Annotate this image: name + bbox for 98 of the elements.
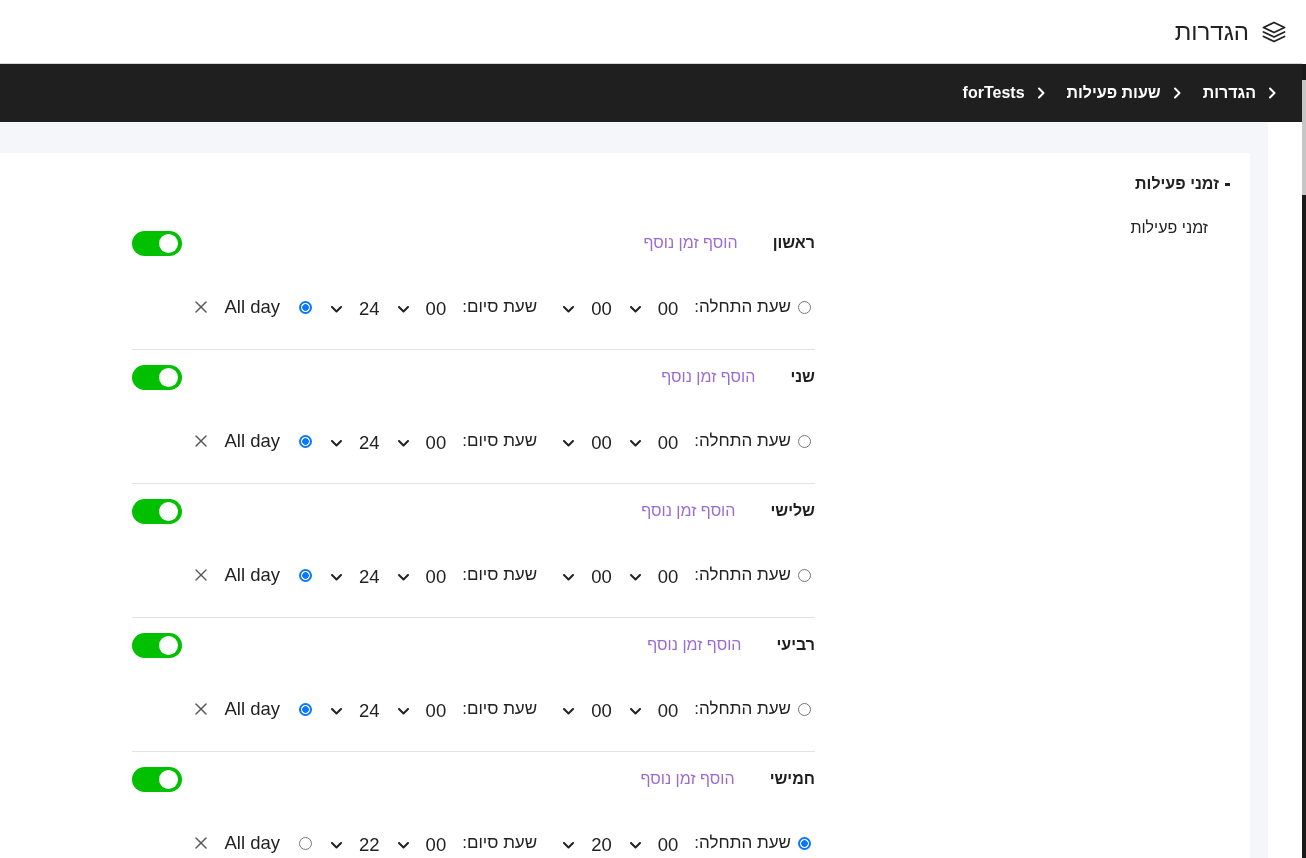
radio-button[interactable]	[299, 568, 312, 582]
time-dropdown[interactable]: 24	[331, 696, 380, 722]
all-day-label: All day	[224, 430, 280, 452]
chevron-icon	[563, 439, 575, 447]
close-icon[interactable]	[195, 837, 208, 849]
chevron-icon	[397, 841, 409, 849]
time-dropdown[interactable]: 24	[331, 562, 380, 588]
time-dropdown[interactable]: 22	[331, 830, 380, 856]
time-dropdown[interactable]: 00	[397, 562, 447, 588]
end-time-label: שעת סיום:	[462, 565, 538, 585]
radio-button[interactable]	[299, 434, 312, 448]
tree-item[interactable]: זמני פעילות	[1135, 175, 1219, 193]
toggle-switch[interactable]	[132, 632, 182, 658]
chevron-icon	[563, 841, 575, 849]
radio-button[interactable]	[299, 836, 312, 850]
tree-item[interactable]: זמני פעילות	[1130, 219, 1208, 237]
time-dropdown[interactable]: 00	[629, 830, 679, 856]
day-name: שלישי	[770, 502, 815, 520]
scrollbar-thumb[interactable]	[1302, 80, 1306, 195]
day-name: ראשון	[772, 234, 815, 252]
close-icon[interactable]	[195, 435, 208, 447]
radio-button[interactable]	[798, 300, 811, 314]
day-name: שני	[790, 368, 815, 386]
breadcrumb-link[interactable]: שעות פעילות	[1066, 84, 1161, 102]
layers-icon	[1262, 20, 1286, 43]
chevron-icon	[331, 439, 342, 447]
minus-icon[interactable]	[1225, 182, 1230, 186]
chevron-icon	[331, 573, 342, 581]
toggle-switch[interactable]	[132, 498, 182, 524]
start-time-label: שעת התחלה:	[694, 833, 791, 853]
add-time-link[interactable]: הוסף זמן נוסף	[643, 234, 738, 252]
toggle-switch[interactable]	[132, 230, 182, 256]
toggle-switch[interactable]	[132, 766, 182, 792]
end-time-label: שעת סיום:	[462, 431, 538, 451]
chevron-icon	[397, 707, 409, 715]
chevron-icon	[563, 573, 575, 581]
start-time-label: שעת התחלה:	[694, 297, 791, 317]
chevron-icon	[331, 707, 342, 715]
start-time-label: שעת התחלה:	[694, 699, 791, 719]
add-time-link[interactable]: הוסף זמן נוסף	[661, 368, 756, 386]
chevron-icon	[331, 305, 342, 313]
chevron-icon	[629, 707, 641, 715]
chevron-icon	[629, 841, 641, 849]
chevron-icon	[397, 305, 409, 313]
start-time-label: שעת התחלה:	[694, 565, 791, 585]
time-dropdown[interactable]: 00	[563, 696, 612, 722]
chevron-icon	[629, 439, 641, 447]
chevron-icon	[629, 305, 641, 313]
close-icon[interactable]	[195, 703, 208, 715]
end-time-label: שעת סיום:	[462, 699, 538, 719]
scrollbar-track[interactable]	[1302, 64, 1306, 858]
day-name: חמישי	[769, 770, 815, 788]
chevron-icon	[563, 305, 575, 313]
breadcrumb-link[interactable]: הגדרות	[1202, 84, 1256, 102]
chevron-icon	[1172, 87, 1181, 99]
chevron-icon	[563, 707, 575, 715]
all-day-label: All day	[224, 296, 280, 318]
radio-button[interactable]	[798, 568, 811, 582]
close-icon[interactable]	[195, 569, 208, 581]
all-day-label: All day	[224, 564, 280, 586]
radio-button[interactable]	[798, 836, 811, 850]
chevron-icon	[397, 439, 409, 447]
time-dropdown[interactable]: 00	[397, 696, 447, 722]
time-dropdown[interactable]: 00	[629, 294, 679, 320]
chevron-icon	[331, 841, 342, 849]
all-day-label: All day	[224, 698, 280, 720]
time-dropdown[interactable]: 00	[629, 562, 679, 588]
time-dropdown[interactable]: 00	[563, 428, 612, 454]
close-icon[interactable]	[195, 301, 208, 313]
add-time-link[interactable]: הוסף זמן נוסף	[641, 502, 736, 520]
end-time-label: שעת סיום:	[462, 833, 538, 853]
add-time-link[interactable]: הוסף זמן נוסף	[647, 636, 742, 654]
page-title: הגדרות	[1174, 17, 1249, 46]
time-dropdown[interactable]: 00	[629, 696, 679, 722]
time-dropdown[interactable]: 20	[563, 830, 612, 856]
time-dropdown[interactable]: 00	[563, 562, 612, 588]
time-dropdown[interactable]: 24	[331, 428, 380, 454]
time-dropdown[interactable]: 00	[397, 428, 447, 454]
time-dropdown[interactable]: 00	[397, 294, 447, 320]
radio-button[interactable]	[798, 434, 811, 448]
radio-button[interactable]	[798, 702, 811, 716]
all-day-label: All day	[224, 832, 280, 854]
day-name: רביעי	[776, 636, 815, 654]
time-dropdown[interactable]: 24	[331, 294, 380, 320]
chevron-icon	[629, 573, 641, 581]
chevron-icon	[1036, 87, 1045, 99]
start-time-label: שעת התחלה:	[694, 431, 791, 451]
radio-button[interactable]	[299, 702, 312, 716]
time-dropdown[interactable]: 00	[563, 294, 612, 320]
time-dropdown[interactable]: 00	[629, 428, 679, 454]
chevron-icon	[1268, 87, 1276, 99]
time-dropdown[interactable]: 00	[397, 830, 447, 856]
breadcrumb-current: forTests	[962, 84, 1025, 102]
radio-button[interactable]	[299, 300, 312, 314]
add-time-link[interactable]: הוסף זמן נוסף	[640, 770, 735, 788]
end-time-label: שעת סיום:	[462, 297, 538, 317]
chevron-icon	[397, 573, 409, 581]
toggle-switch[interactable]	[132, 364, 182, 390]
